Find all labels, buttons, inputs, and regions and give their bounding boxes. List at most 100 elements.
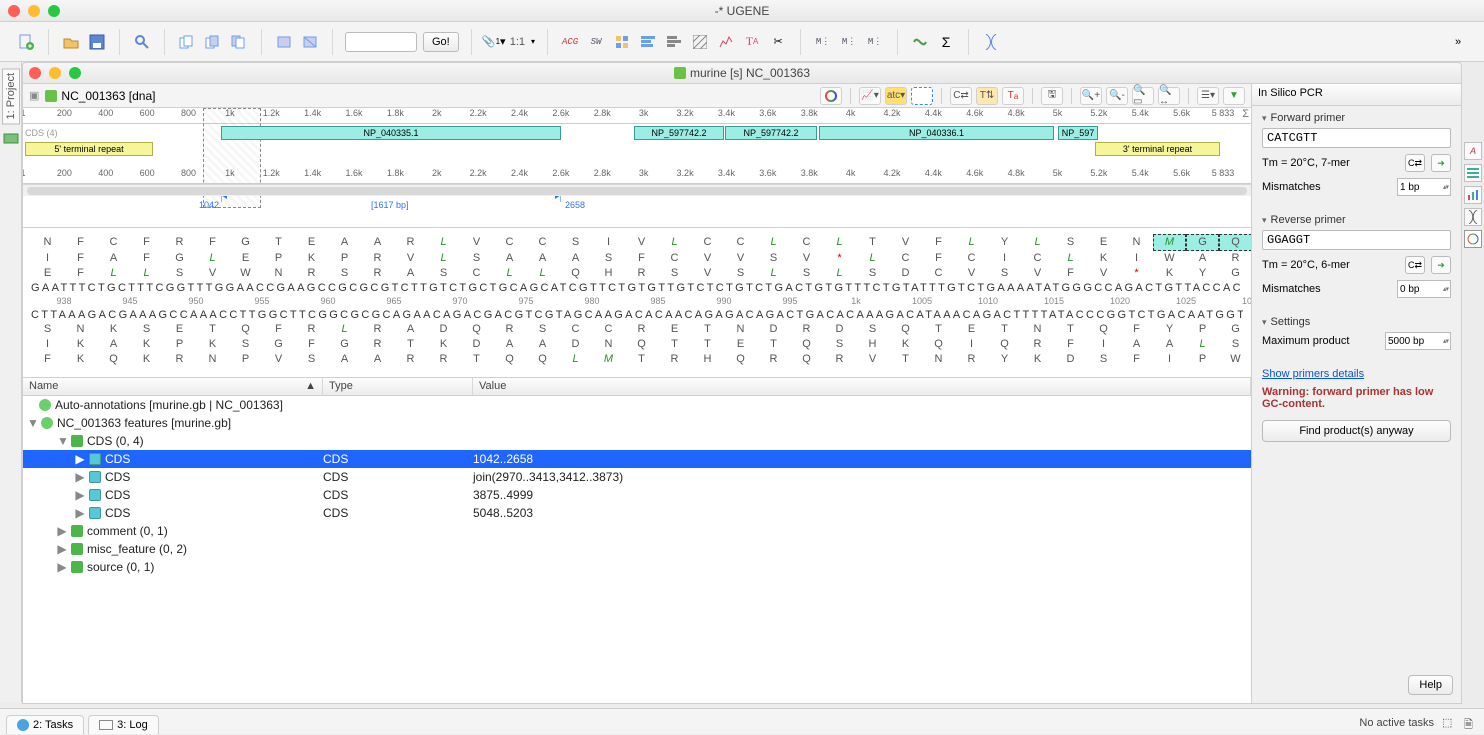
options-arrow-icon[interactable]: ▼ (1223, 87, 1245, 105)
help-button[interactable]: Help (1408, 675, 1453, 695)
zoom-out-icon[interactable]: 🔍- (1106, 87, 1128, 105)
forward-primer-header[interactable]: Forward primer (1262, 112, 1451, 124)
show-primers-details-link[interactable]: Show primers details (1262, 368, 1364, 380)
feature-np-597742-2a[interactable]: NP_597742.2 (634, 126, 724, 140)
atc-highlight-icon[interactable]: atc▾ (885, 87, 907, 105)
annotations-rows[interactable]: Auto-annotations [murine.gb | NC_001363]… (23, 396, 1251, 703)
primer-icon[interactable] (910, 32, 930, 52)
project-tab[interactable]: 1: Project (2, 68, 20, 124)
cut-icon[interactable] (229, 32, 249, 52)
hatch-icon[interactable] (690, 32, 710, 52)
translate-t-icon[interactable]: T⇅ (976, 87, 998, 105)
disclosure-icon[interactable]: ▶ (57, 524, 67, 538)
save-icon[interactable] (87, 32, 107, 52)
disclosure-icon[interactable]: ▶ (57, 560, 67, 574)
zoom-window-button[interactable] (48, 5, 60, 17)
disclosure-icon[interactable]: ▼ (27, 416, 37, 430)
rtab-pcr-icon[interactable] (1464, 230, 1482, 248)
overview-scrollbar[interactable] (23, 184, 1251, 196)
annotations-header[interactable]: Name ▲ Type Value (23, 378, 1251, 396)
open-icon[interactable] (61, 32, 81, 52)
log-tab[interactable]: 3: Log (88, 715, 159, 734)
doc-minimize-button[interactable] (49, 67, 61, 79)
zoom-sel-icon[interactable]: 🔍▭ (1132, 87, 1154, 105)
annotation-row[interactable]: ▶CDS CDS join(2970..3413,3412..3873) (23, 468, 1251, 486)
complement-c-icon[interactable]: C⇄ (950, 87, 972, 105)
attach-icon[interactable]: 📎1▾ (484, 32, 504, 52)
tasks-tab[interactable]: 2: Tasks (6, 715, 84, 734)
minimize-window-button[interactable] (28, 5, 40, 17)
align2-icon[interactable] (664, 32, 684, 52)
annotation-row-selected[interactable]: ▶CDS CDS 1042..2658 (23, 450, 1251, 468)
annotation-row[interactable]: ▶source (0, 1) (23, 558, 1251, 576)
toolbar-overflow-icon[interactable]: » (1448, 32, 1468, 52)
disclosure-icon[interactable]: ▶ (57, 542, 67, 556)
zoom-in-icon[interactable]: 🔍+ (1080, 87, 1102, 105)
find-icon[interactable] (132, 32, 152, 52)
rtab-ann-icon[interactable] (1464, 164, 1482, 182)
reverse-primer-input[interactable] (1262, 230, 1451, 250)
disclosure-icon[interactable]: ▶ (75, 488, 85, 502)
find-products-button[interactable]: Find product(s) anyway (1262, 420, 1451, 442)
reverse-complement-button[interactable]: C⇄ (1405, 154, 1425, 172)
go-button[interactable]: Go! (423, 32, 459, 52)
feature-np-597[interactable]: NP_597 (1058, 126, 1098, 140)
paste-icon[interactable] (203, 32, 223, 52)
graph-icon[interactable] (716, 32, 736, 52)
tool-b-icon[interactable] (300, 32, 320, 52)
browse-primer-button[interactable]: ➜ (1431, 154, 1451, 172)
max-product-spin[interactable]: 5000 bp (1385, 332, 1451, 350)
align1-icon[interactable] (638, 32, 658, 52)
rail-icon-1[interactable] (3, 130, 19, 146)
dna-helix-icon[interactable] (981, 32, 1001, 52)
overview-features[interactable]: 5' terminal repeat NP_040335.1 NP_597742… (23, 124, 1251, 168)
annotation-row[interactable]: ▶comment (0, 1) (23, 522, 1251, 540)
msa3-icon[interactable]: M⋮ (865, 32, 885, 52)
feature-np-040336-1[interactable]: NP_040336.1 (819, 126, 1054, 140)
overview-ruler-bottom[interactable]: 12004006008001k1.2k1.4k1.6k1.8k2k2.2k2.4… (23, 168, 1251, 184)
new-doc-icon[interactable] (16, 32, 36, 52)
notifications-icon[interactable]: 🗎 (1464, 716, 1478, 730)
acg-icon[interactable]: ACG (560, 32, 580, 52)
close-window-button[interactable] (8, 5, 20, 17)
doc-close-button[interactable] (29, 67, 41, 79)
sequence-detail-panel[interactable]: NFCFRFGTEAARLVCCSIVLCCLCLTVFLYLSENMGQTVT… (23, 228, 1251, 378)
settings-header[interactable]: Settings (1262, 316, 1451, 328)
annotation-row[interactable]: ▶CDS CDS 3875..4999 (23, 486, 1251, 504)
feature-3prime-terminal-repeat[interactable]: 3' terminal repeat (1095, 142, 1220, 156)
text-format-icon[interactable]: Ta (1002, 87, 1024, 105)
graphs-icon[interactable]: 📈▾ (859, 87, 881, 105)
feature-5prime-terminal-repeat[interactable]: 5' terminal repeat (25, 142, 153, 156)
select-region-icon[interactable] (911, 87, 933, 105)
rtab-helix-icon[interactable] (1464, 208, 1482, 226)
pattern-icon[interactable] (612, 32, 632, 52)
annotation-row[interactable]: ▶CDS CDS 5048..5203 (23, 504, 1251, 522)
collapse-seq-icon[interactable]: ▣ (29, 89, 39, 102)
col-type[interactable]: Type (323, 378, 473, 395)
col-name[interactable]: Name ▲ (23, 378, 323, 395)
col-value[interactable]: Value (473, 378, 1251, 395)
rtab-acg-icon[interactable]: A (1464, 142, 1482, 160)
forward-primer-input[interactable] (1262, 128, 1451, 148)
browse-primer-button[interactable]: ➜ (1431, 256, 1451, 274)
reverse-complement-button[interactable]: C⇄ (1405, 256, 1425, 274)
annotation-row[interactable]: ▶misc_feature (0, 2) (23, 540, 1251, 558)
doc-zoom-button[interactable] (69, 67, 81, 79)
disclosure-icon[interactable]: ▶ (75, 470, 85, 484)
feature-np-597742-2b[interactable]: NP_597742.2 (725, 126, 817, 140)
reverse-primer-header[interactable]: Reverse primer (1262, 214, 1451, 226)
reverse-mismatches-spin[interactable]: 0 bp (1397, 280, 1451, 298)
tasks-status-icon[interactable]: ⬚ (1442, 716, 1456, 730)
scissors-icon[interactable]: ✂︎ (768, 32, 788, 52)
export-icon[interactable]: 🖫 (1041, 87, 1063, 105)
views-menu-icon[interactable]: ☰▾ (1197, 87, 1219, 105)
text-t-icon[interactable]: TA (742, 32, 762, 52)
copy-icon[interactable] (177, 32, 197, 52)
toolbar-search-input[interactable] (345, 32, 417, 52)
disclosure-icon[interactable]: ▶ (75, 452, 85, 466)
zoom-fit-icon[interactable]: 🔍↔ (1158, 87, 1180, 105)
sigma-icon[interactable]: Σ (936, 32, 956, 52)
msa2-icon[interactable]: M⋮ (839, 32, 859, 52)
rtab-stats-icon[interactable] (1464, 186, 1482, 204)
disclosure-icon[interactable]: ▶ (75, 506, 85, 520)
